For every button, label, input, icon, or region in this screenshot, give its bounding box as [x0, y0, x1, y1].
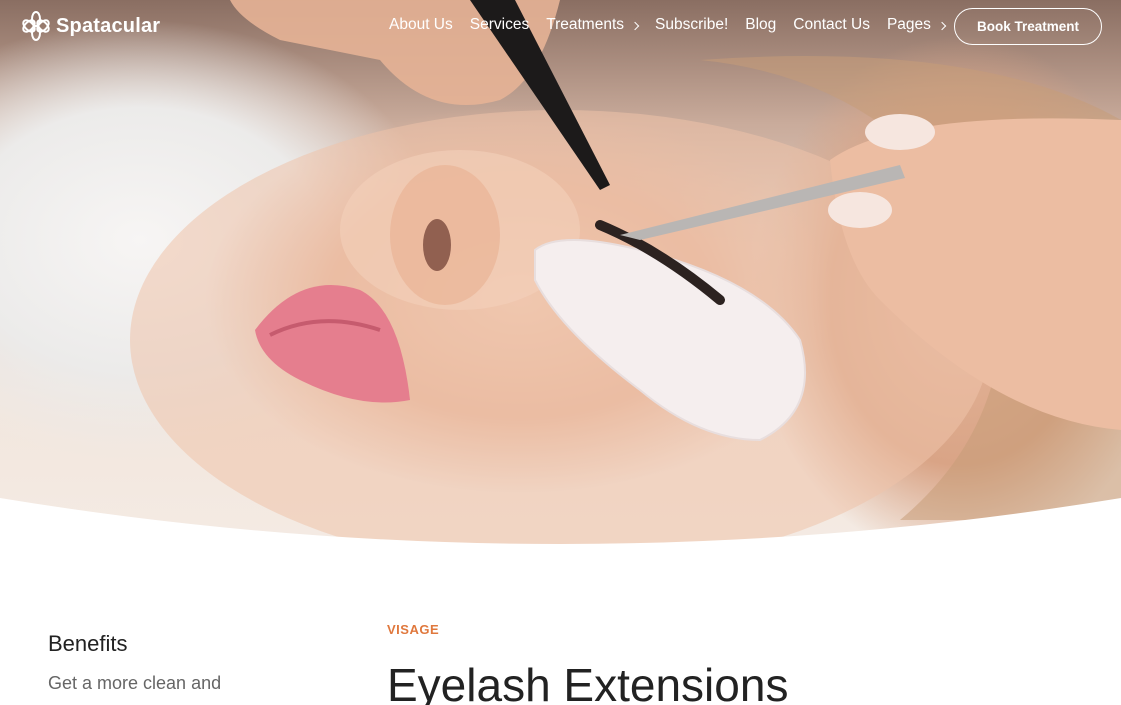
nav-item-label: Services — [469, 16, 530, 33]
nav-item-pages[interactable]: Pages — [886, 16, 947, 34]
nav-item-label: Treatments — [546, 16, 625, 33]
benefits-heading: Benefits — [48, 631, 128, 656]
hero-bottom-curve — [0, 498, 1121, 560]
nav-item-blog[interactable]: Blog — [745, 16, 776, 34]
hero-image — [0, 0, 1121, 560]
nav-item-label: Blog — [745, 16, 777, 33]
nav-item-about-us[interactable]: About Us — [389, 16, 453, 34]
nav-item-label: Pages — [886, 16, 931, 33]
chevron-right-icon — [630, 21, 640, 30]
benefits-text: Get a more clean and — [48, 673, 222, 693]
hero-photo-illustration — [130, 0, 1121, 560]
main-menu: About Us Services Treatments Subscribe! … — [389, 16, 962, 34]
book-treatment-button[interactable]: Book Treatment — [954, 8, 1102, 45]
top-navigation: Spatacular About Us Services Treatments … — [0, 0, 1121, 54]
brand-logo[interactable]: Spatacular — [22, 11, 160, 41]
nav-item-label: Subscribe! — [655, 16, 729, 33]
nav-item-label: About Us — [389, 16, 453, 33]
chevron-right-icon — [937, 21, 947, 30]
nav-item-services[interactable]: Services — [470, 16, 529, 34]
flower-logo-icon — [22, 11, 50, 41]
nav-item-treatments[interactable]: Treatments — [546, 16, 640, 34]
brand-name: Spatacular — [56, 14, 161, 37]
nav-item-label: Contact Us — [793, 16, 870, 33]
nav-item-subscribe[interactable]: Subscribe! — [655, 16, 728, 34]
nav-item-contact-us[interactable]: Contact Us — [793, 16, 870, 34]
page-title: Eyelash Extensions — [387, 659, 789, 705]
section-eyebrow: VISAGE — [387, 622, 440, 637]
